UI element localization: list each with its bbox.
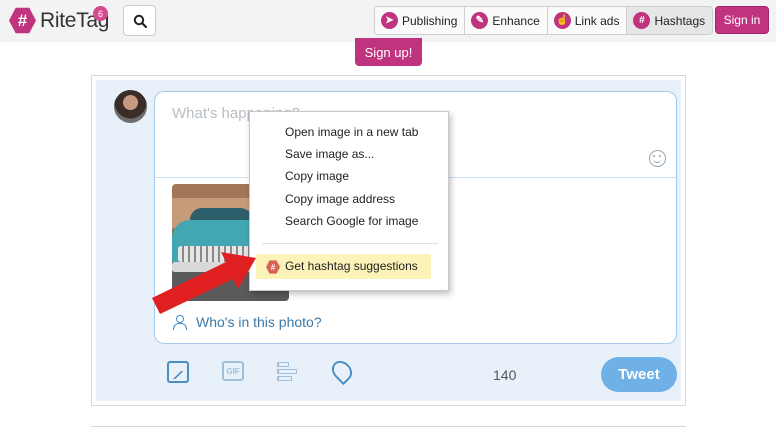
tag-people-label: Who's in this photo?: [196, 314, 322, 330]
search-icon: [133, 14, 147, 28]
nav-link-ads-button[interactable]: ☝ Link ads: [548, 7, 628, 34]
emoji-icon[interactable]: [649, 150, 666, 167]
menu-item-save-image[interactable]: Save image as...: [285, 147, 374, 161]
search-button[interactable]: [123, 5, 156, 36]
feature-nav: ➤ Publishing ✎ Enhance ☝ Link ads # Hash…: [374, 6, 714, 35]
sign-in-button[interactable]: Sign in: [715, 6, 769, 34]
context-menu: Open image in a new tab Save image as...…: [249, 111, 449, 291]
nav-publishing-button[interactable]: ➤ Publishing: [375, 7, 466, 34]
divider: [91, 426, 686, 427]
car-grill: [178, 246, 260, 262]
avatar[interactable]: [114, 90, 147, 123]
nav-enhance-button[interactable]: ✎ Enhance: [465, 7, 548, 34]
nav-enhance-label: Enhance: [492, 13, 540, 28]
hashtag-icon: #: [633, 12, 651, 29]
tweet-button[interactable]: Tweet: [601, 357, 677, 392]
menu-item-copy-image-address[interactable]: Copy image address: [285, 192, 395, 206]
menu-item-search-google[interactable]: Search Google for image: [285, 214, 418, 228]
magic-wand-icon: ✎: [471, 12, 489, 29]
menu-item-copy-image[interactable]: Copy image: [285, 169, 349, 183]
menu-item-get-hashtag-suggestions[interactable]: Get hashtag suggestions: [285, 259, 418, 273]
add-media-icon[interactable]: [167, 361, 189, 383]
character-counter: 140: [493, 367, 517, 383]
menu-item-open-image[interactable]: Open image in a new tab: [285, 125, 418, 139]
paper-plane-icon: ➤: [381, 12, 398, 29]
notification-badge: 6: [93, 6, 108, 21]
menu-separator: [262, 243, 438, 244]
sign-up-button[interactable]: Sign up!: [355, 38, 422, 66]
poll-icon[interactable]: [277, 361, 299, 383]
gif-icon[interactable]: GIF: [222, 361, 244, 381]
nav-link-ads-label: Link ads: [574, 13, 620, 28]
nav-hashtags-button[interactable]: # Hashtags: [627, 7, 713, 34]
person-icon: [172, 315, 187, 330]
top-bar: # RiteTag 6 ➤ Publishing ✎ Enhance ☝ Lin…: [0, 0, 776, 42]
tag-people-link[interactable]: Who's in this photo?: [172, 314, 322, 330]
hashtag-logo-icon: #: [9, 7, 36, 34]
nav-publishing-label: Publishing: [402, 13, 458, 28]
pointer-hand-icon: ☝: [553, 12, 571, 29]
nav-hashtags-label: Hashtags: [654, 13, 706, 28]
